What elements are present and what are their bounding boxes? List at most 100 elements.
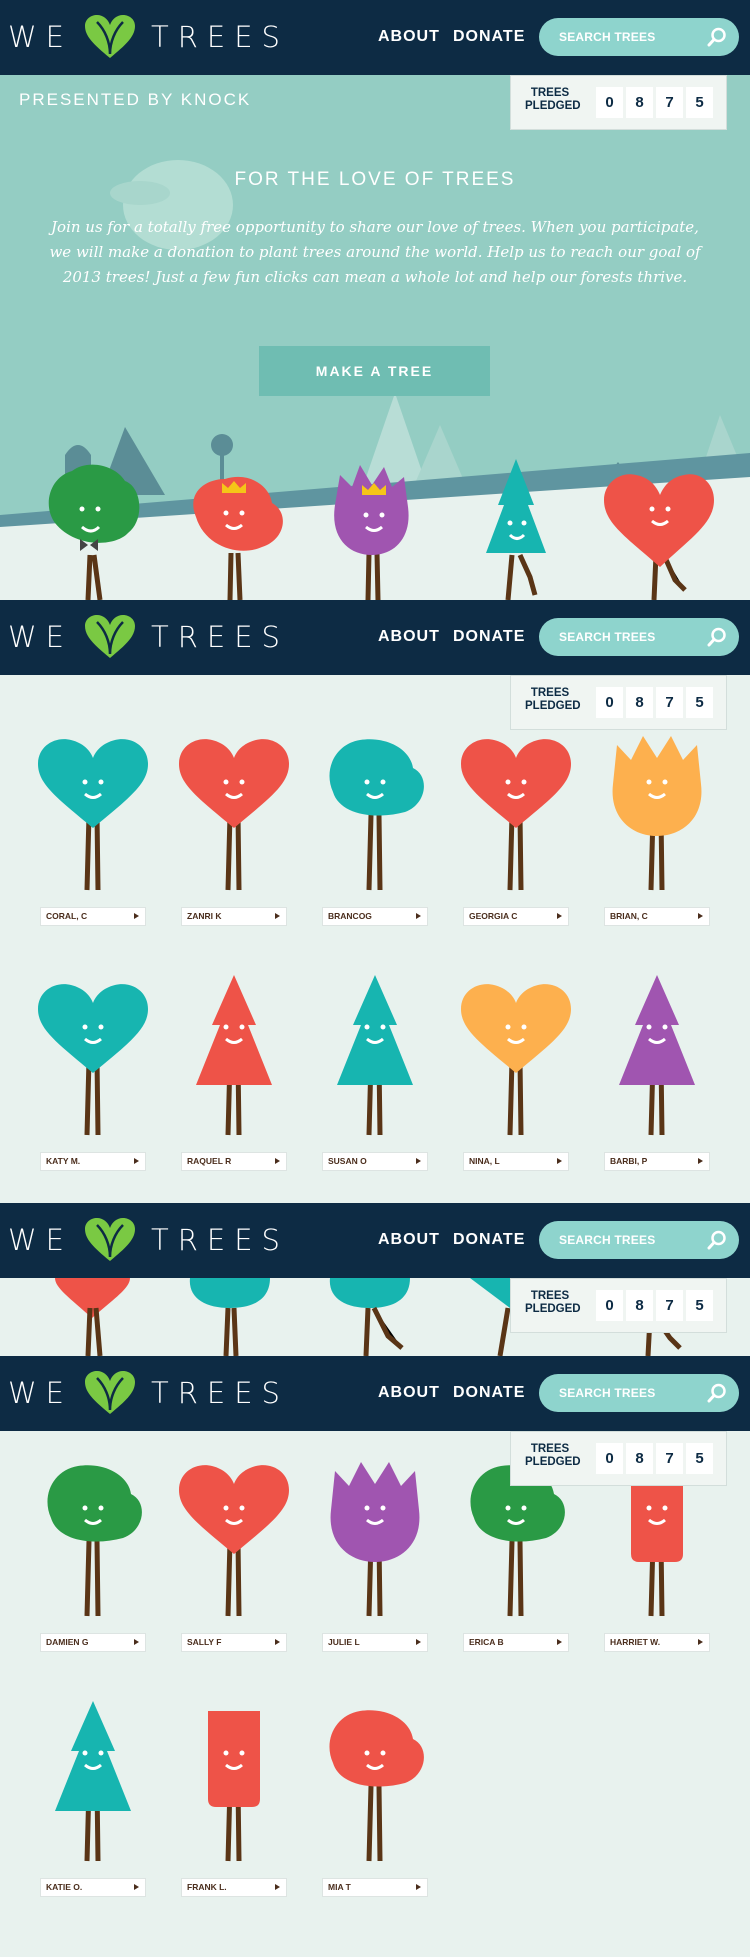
sticky-nav-2: WE TREES ABOUT DONATE SEARCH TREES: [0, 600, 750, 675]
logo-word-we: WE: [8, 620, 73, 654]
tree-character[interactable]: [619, 975, 695, 1136]
tree-name-tag[interactable]: RAQUEL R: [181, 1152, 287, 1171]
tree-name-tag[interactable]: BRANCOG: [322, 907, 428, 926]
search-input[interactable]: SEARCH TREES: [539, 18, 739, 56]
logo-word-trees: TREES: [151, 1223, 289, 1257]
heart-leaf-icon: [85, 1371, 135, 1414]
logo[interactable]: WE TREES: [8, 14, 289, 60]
tree-character[interactable]: [631, 1466, 683, 1617]
sticky-nav-4: WE TREES ABOUT DONATE SEARCH TREES: [0, 1356, 750, 1431]
tree-name-tag[interactable]: GEORGIA C: [463, 907, 569, 926]
tree-name-tag[interactable]: KATIE O.: [40, 1878, 146, 1897]
tree-character[interactable]: [329, 739, 424, 891]
tree-name-tag[interactable]: ERICA B: [463, 1633, 569, 1652]
search-icon[interactable]: [707, 27, 727, 47]
tree-gallery-1-art: [38, 736, 702, 1136]
hero-section: PRESENTED BY KNOCK FOR THE LOVE OF TREES…: [0, 75, 750, 600]
tree-name-tag[interactable]: JULIE L: [322, 1633, 428, 1652]
nav-about-link[interactable]: ABOUT: [378, 1384, 440, 1402]
counter-digit: 0: [596, 1290, 623, 1321]
counter-digit: 8: [626, 1443, 653, 1474]
counter-digit: 8: [626, 87, 653, 118]
logo-word-we: WE: [8, 20, 73, 54]
trees-pledged-counter: TREES PLEDGED 0 8 7 5: [510, 1431, 727, 1486]
search-icon[interactable]: [707, 1230, 727, 1250]
search-placeholder: SEARCH TREES: [559, 1233, 656, 1247]
search-input[interactable]: SEARCH TREES: [539, 618, 739, 656]
logo[interactable]: WE TREES: [8, 614, 289, 660]
tree-character[interactable]: [38, 984, 148, 1136]
tree-character[interactable]: [461, 984, 571, 1136]
tree-character[interactable]: [55, 1701, 131, 1862]
heart-leaf-icon: [85, 15, 135, 58]
counter-digit: 5: [686, 1290, 713, 1321]
heart-leaf-icon: [85, 1218, 135, 1261]
search-input[interactable]: SEARCH TREES: [539, 1221, 739, 1259]
tree-character[interactable]: [208, 1711, 260, 1862]
counter-digit: 7: [656, 87, 683, 118]
tree-name-tag[interactable]: MIA T: [322, 1878, 428, 1897]
tree-character: [486, 459, 546, 600]
counter-digit: 0: [596, 687, 623, 718]
tree-character[interactable]: [330, 1462, 420, 1617]
search-placeholder: SEARCH TREES: [559, 630, 656, 644]
tree-name-tag[interactable]: BRIAN, C: [604, 907, 710, 926]
tree-name-tag[interactable]: HARRIET W.: [604, 1633, 710, 1652]
tree-name-tag[interactable]: NINA, L: [463, 1152, 569, 1171]
nav-donate-link[interactable]: DONATE: [453, 1231, 525, 1249]
top-nav: WE TREES ABOUT DONATE SEARCH TREES: [0, 0, 750, 75]
nav-donate-link[interactable]: DONATE: [453, 28, 525, 46]
nav-donate-link[interactable]: DONATE: [453, 1384, 525, 1402]
tree-name-tag[interactable]: BARBI, P: [604, 1152, 710, 1171]
nav-about-link[interactable]: ABOUT: [378, 1231, 440, 1249]
tree-character[interactable]: [470, 1465, 565, 1617]
search-input[interactable]: SEARCH TREES: [539, 1374, 739, 1412]
tree-name-tag[interactable]: KATY M.: [40, 1152, 146, 1171]
tree-character[interactable]: [47, 1465, 142, 1617]
search-icon[interactable]: [707, 627, 727, 647]
logo-word-trees: TREES: [151, 1376, 289, 1410]
trees-pledged-counter: TREES PLEDGED 0 8 7 5: [510, 75, 727, 130]
nav-about-link[interactable]: ABOUT: [378, 28, 440, 46]
tree-character[interactable]: [337, 975, 413, 1136]
tree-character[interactable]: [612, 736, 702, 891]
hero-tree-row: [48, 459, 714, 600]
search-icon[interactable]: [707, 1383, 727, 1403]
counter-digit: 0: [596, 1443, 623, 1474]
logo-word-trees: TREES: [151, 620, 289, 654]
tree-name-tag[interactable]: DAMIEN G: [40, 1633, 146, 1652]
trees-pledged-label: TREES PLEDGED: [525, 1443, 581, 1468]
tree-character[interactable]: [461, 739, 571, 891]
tree-character: [193, 476, 283, 600]
nav-donate-link[interactable]: DONATE: [453, 628, 525, 646]
tree-name-tag[interactable]: FRANK L.: [181, 1878, 287, 1897]
logo-word-we: WE: [8, 1223, 73, 1257]
nav-about-link[interactable]: ABOUT: [378, 628, 440, 646]
counter-digit: 7: [656, 1443, 683, 1474]
counter-digit: 7: [656, 687, 683, 718]
search-placeholder: SEARCH TREES: [559, 30, 656, 44]
trees-pledged-label: TREES PLEDGED: [525, 1290, 581, 1315]
tree-character[interactable]: [179, 1465, 289, 1617]
tree-name-tag[interactable]: ZANRI K: [181, 907, 287, 926]
tree-character: [334, 465, 409, 600]
logo[interactable]: WE TREES: [8, 1217, 289, 1263]
tree-name-tag[interactable]: CORAL, C: [40, 907, 146, 926]
tree-name-tag[interactable]: SALLY F: [181, 1633, 287, 1652]
counter-digit: 5: [686, 687, 713, 718]
trees-pledged-label: TREES PLEDGED: [525, 687, 581, 712]
tree-character[interactable]: [196, 975, 272, 1136]
tree-gallery-1: CORAL, C ZANRI K BRANCOG GEORGIA C BRIAN, C K…: [0, 675, 750, 1203]
tree-character[interactable]: [329, 1710, 424, 1862]
counter-digit: 5: [686, 1443, 713, 1474]
trees-pledged-counter: TREES PLEDGED 0 8 7 5: [510, 675, 727, 730]
counter-digit: 0: [596, 87, 623, 118]
tree-character[interactable]: [38, 739, 148, 891]
tree-name-tag[interactable]: SUSAN O: [322, 1152, 428, 1171]
logo[interactable]: WE TREES: [8, 1370, 289, 1416]
trees-pledged-counter: TREES PLEDGED 0 8 7 5: [510, 1278, 727, 1333]
search-placeholder: SEARCH TREES: [559, 1386, 656, 1400]
tree-character[interactable]: [179, 739, 289, 891]
tree-character: [604, 474, 714, 600]
trees-pledged-label: TREES PLEDGED: [525, 87, 581, 112]
